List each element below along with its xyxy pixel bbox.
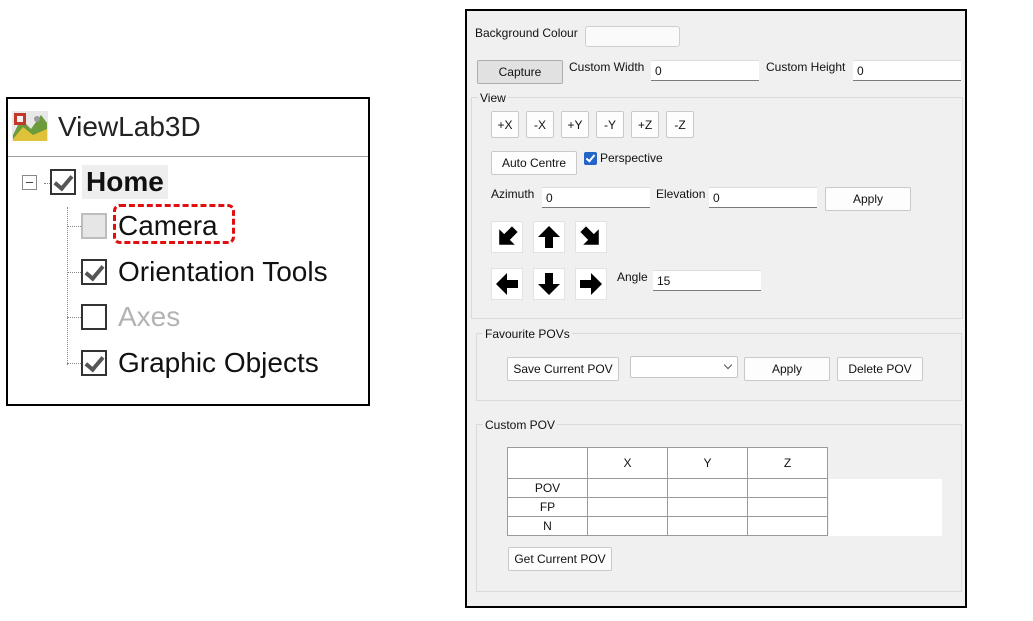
rotate-right-button[interactable] (575, 268, 607, 300)
view-apply-button[interactable]: Apply (825, 187, 911, 211)
tree-item-home[interactable]: Home (82, 165, 168, 199)
column-header-z: Z (747, 447, 828, 479)
row-header-fp: FP (507, 497, 588, 517)
cell-n-z[interactable] (747, 516, 828, 536)
favourite-pov-select[interactable] (630, 356, 738, 378)
arrow-down-right-icon (580, 226, 599, 245)
elevation-input[interactable]: 0 (709, 187, 817, 208)
elevation-label: Elevation (656, 187, 706, 201)
perspective-checkbox[interactable] (584, 152, 597, 165)
view-plus-x-button[interactable]: +X (491, 111, 519, 138)
view-minus-z-button[interactable]: -Z (666, 111, 694, 138)
angle-input[interactable]: 15 (653, 270, 761, 291)
auto-centre-button[interactable]: Auto Centre (491, 151, 577, 175)
background-colour-label: Background Colour (475, 26, 578, 40)
tree-item-graphic-objects[interactable]: Graphic Objects (118, 346, 319, 380)
collapse-expander-icon[interactable] (22, 175, 37, 190)
row-header-pov: POV (507, 478, 588, 498)
cell-n-x[interactable] (587, 516, 668, 536)
cell-n-y[interactable] (667, 516, 748, 536)
rotate-down-left-button[interactable] (491, 221, 523, 253)
cell-pov-z[interactable] (747, 478, 828, 498)
column-header-y: Y (667, 447, 748, 479)
row-header-n: N (507, 516, 588, 536)
custom-width-label: Custom Width (569, 60, 645, 74)
custom-pov-title: Custom POV (483, 418, 558, 432)
favourite-povs-title: Favourite POVs (483, 327, 572, 341)
home-checkbox[interactable] (50, 169, 76, 195)
axes-checkbox[interactable] (81, 304, 107, 330)
chevron-down-icon (723, 360, 733, 370)
orientation-tools-checkbox[interactable] (81, 259, 107, 285)
save-current-pov-button[interactable]: Save Current POV (507, 357, 619, 381)
delete-pov-button[interactable]: Delete POV (837, 357, 923, 381)
view-group-title: View (478, 91, 508, 105)
column-header-x: X (587, 447, 668, 479)
table-background (829, 479, 942, 536)
arrow-down-left-icon (499, 226, 518, 245)
custom-pov-table: X Y Z POV FP N (507, 447, 828, 536)
view-plus-y-button[interactable]: +Y (561, 111, 589, 138)
custom-height-input[interactable]: 0 (853, 60, 961, 81)
scene-tree-panel: ViewLab3D Home Camera Orientation Tools … (6, 97, 370, 406)
cell-pov-y[interactable] (667, 478, 748, 498)
view-minus-x-button[interactable]: -X (526, 111, 554, 138)
arrow-right-icon (580, 273, 602, 295)
rotate-down-right-button[interactable] (575, 221, 607, 253)
camera-checkbox[interactable] (81, 213, 107, 239)
get-current-pov-button[interactable]: Get Current POV (508, 547, 612, 571)
azimuth-label: Azimuth (491, 187, 535, 201)
arrow-up-icon (538, 226, 560, 248)
arrow-left-icon (496, 273, 518, 295)
custom-height-label: Custom Height (766, 60, 846, 74)
cell-pov-x[interactable] (587, 478, 668, 498)
angle-label: Angle (617, 270, 648, 284)
camera-settings-panel: Background Colour Capture Custom Width 0… (465, 9, 967, 608)
viewlab3d-logo-icon (12, 111, 48, 141)
rotate-down-button[interactable] (533, 268, 565, 300)
graphic-objects-checkbox[interactable] (81, 350, 107, 376)
cell-fp-y[interactable] (667, 497, 748, 517)
capture-button[interactable]: Capture (477, 60, 563, 84)
arrow-down-icon (538, 273, 560, 295)
camera-highlight-annotation (113, 204, 235, 244)
cell-fp-z[interactable] (747, 497, 828, 517)
table-corner-cell (507, 447, 588, 479)
tree-header: ViewLab3D (8, 99, 368, 157)
rotate-up-button[interactable] (533, 221, 565, 253)
custom-width-input[interactable]: 0 (651, 60, 759, 81)
azimuth-input[interactable]: 0 (542, 187, 650, 208)
view-plus-z-button[interactable]: +Z (631, 111, 659, 138)
view-minus-y-button[interactable]: -Y (596, 111, 624, 138)
perspective-label: Perspective (600, 151, 663, 165)
background-colour-picker[interactable] (585, 26, 680, 47)
tree-connector (67, 207, 68, 365)
rotate-left-button[interactable] (491, 268, 523, 300)
tree-item-orientation-tools[interactable]: Orientation Tools (118, 255, 328, 289)
cell-fp-x[interactable] (587, 497, 668, 517)
tree-item-axes[interactable]: Axes (118, 300, 180, 334)
app-title: ViewLab3D (58, 111, 201, 142)
favourite-apply-button[interactable]: Apply (744, 357, 830, 381)
